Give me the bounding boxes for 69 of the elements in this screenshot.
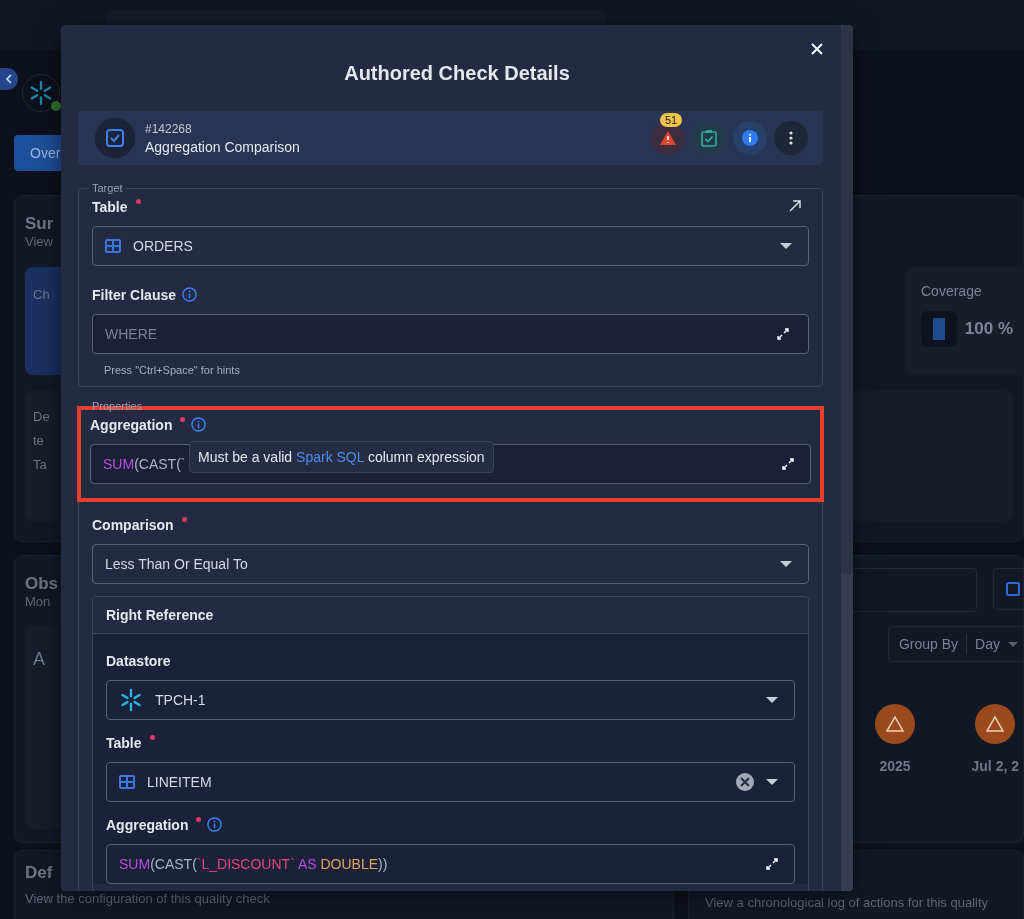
tooltip: Must be a valid Spark SQL column expression — [189, 441, 494, 473]
timeline-date: 2025 — [879, 758, 911, 774]
warning-icon[interactable] — [659, 130, 677, 146]
clipboard-check-icon[interactable] — [701, 129, 717, 147]
panel-title: Sur — [25, 214, 54, 234]
aggregation-field[interactable]: SUM(CAST(`L_DISCOUNT` AS DOUBLE)) — [106, 844, 795, 884]
expand-icon[interactable] — [777, 328, 789, 340]
caret-icon[interactable] — [780, 243, 792, 249]
caret-icon[interactable] — [766, 697, 778, 703]
checkbox-icon — [95, 118, 135, 158]
chevron-left-icon[interactable] — [5, 73, 13, 84]
timeline-date: Jul 2, 2 — [971, 758, 1019, 774]
section-legend: Target — [89, 182, 126, 194]
panel-title: Def — [25, 863, 53, 883]
panel-title: Obs — [25, 574, 59, 594]
detail-text: te — [33, 432, 44, 450]
group-by-select[interactable]: Group By Day — [887, 626, 1024, 662]
clipboard-check-button[interactable] — [692, 121, 726, 155]
info-icon — [207, 817, 223, 832]
field-label: Aggregation — [106, 816, 189, 834]
dialog-title: Authored Check Details — [344, 62, 570, 85]
info-icon — [191, 417, 207, 432]
calendar-button[interactable] — [993, 568, 1024, 610]
caret-icon[interactable] — [766, 779, 778, 785]
section-header: Right Reference — [93, 597, 808, 634]
coverage-label: Coverage — [921, 283, 983, 299]
warning-icon — [975, 704, 1016, 744]
table-icon — [105, 239, 121, 253]
caret-icon[interactable] — [780, 561, 792, 567]
info-icon[interactable] — [742, 130, 758, 146]
table-select[interactable]: ORDERS — [92, 226, 809, 266]
field-label: Datastore — [106, 652, 171, 670]
datastore-select[interactable]: TPCH-1 — [106, 680, 795, 720]
snowflake-icon — [28, 79, 54, 106]
external-link-icon[interactable] — [789, 200, 801, 212]
expand-icon[interactable] — [782, 458, 794, 470]
scrollbar[interactable] — [841, 25, 853, 891]
field-label: Table — [106, 734, 142, 752]
coverage-value: 100 % — [964, 319, 1013, 339]
back-button[interactable] — [0, 67, 18, 90]
spark-sql-link[interactable]: Spark SQL — [296, 449, 365, 465]
detail-text: Ta — [33, 456, 47, 474]
status-dot — [51, 100, 61, 111]
count-badge: 51 — [660, 113, 683, 127]
field-label: Comparison — [92, 516, 174, 534]
panel-subtitle: View a chronological log of actions for this quality — [705, 895, 989, 910]
more-vertical-icon[interactable] — [789, 131, 793, 145]
warning-icon — [875, 704, 915, 744]
info-icon — [182, 287, 198, 302]
panel-subtitle: View the configuration of this quality check — [25, 891, 270, 906]
check-name: Aggregation Comparison — [145, 138, 301, 155]
calendar-icon[interactable] — [1006, 579, 1020, 596]
table-icon — [119, 775, 135, 789]
close-button[interactable] — [811, 43, 823, 55]
check-id: #142268 — [145, 121, 193, 136]
panel-subtitle: Mon — [25, 594, 51, 609]
coverage-bar-icon — [921, 311, 957, 347]
detail-text: De — [33, 408, 50, 426]
field-label: Aggregation — [90, 416, 173, 434]
table-select[interactable]: LINEITEM — [106, 762, 795, 802]
comparison-select[interactable]: Less Than Or Equal To — [92, 544, 809, 584]
field-label: Table — [92, 198, 128, 216]
panel-subtitle: View — [25, 234, 53, 249]
clear-icon[interactable] — [736, 773, 754, 791]
aggregation-field[interactable]: SUM(CAST(` Must be a valid Spark SQL column expression — [90, 444, 811, 484]
expand-icon[interactable] — [766, 858, 778, 870]
snowflake-icon — [119, 688, 143, 712]
filter-clause-field[interactable]: WHERE — [92, 314, 809, 354]
section-legend: Properties — [89, 400, 146, 412]
